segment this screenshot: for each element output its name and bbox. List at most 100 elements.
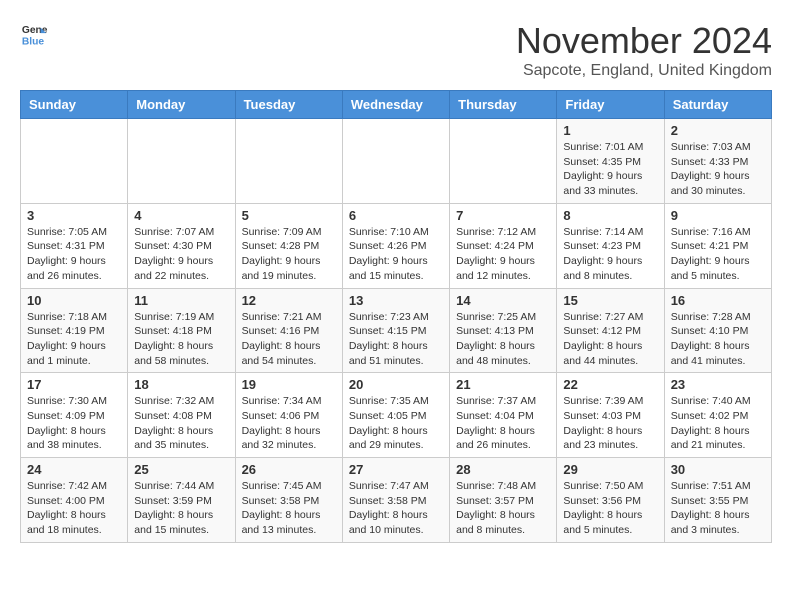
day-info: Sunrise: 7:45 AMSunset: 3:58 PMDaylight:… (242, 479, 336, 538)
day-info: Sunrise: 7:51 AMSunset: 3:55 PMDaylight:… (671, 479, 765, 538)
day-info: Sunrise: 7:42 AMSunset: 4:00 PMDaylight:… (27, 479, 121, 538)
day-number: 29 (563, 462, 657, 477)
day-number: 17 (27, 377, 121, 392)
day-number: 24 (27, 462, 121, 477)
day-info: Sunrise: 7:01 AMSunset: 4:35 PMDaylight:… (563, 140, 657, 199)
day-number: 25 (134, 462, 228, 477)
table-row (21, 119, 128, 204)
month-title: November 2024 (516, 20, 772, 62)
day-info: Sunrise: 7:14 AMSunset: 4:23 PMDaylight:… (563, 225, 657, 284)
day-info: Sunrise: 7:18 AMSunset: 4:19 PMDaylight:… (27, 310, 121, 369)
day-info: Sunrise: 7:28 AMSunset: 4:10 PMDaylight:… (671, 310, 765, 369)
svg-text:General: General (22, 25, 48, 36)
day-info: Sunrise: 7:32 AMSunset: 4:08 PMDaylight:… (134, 394, 228, 453)
day-number: 18 (134, 377, 228, 392)
day-number: 9 (671, 208, 765, 223)
day-info: Sunrise: 7:44 AMSunset: 3:59 PMDaylight:… (134, 479, 228, 538)
day-number: 7 (456, 208, 550, 223)
table-row (450, 119, 557, 204)
table-row (128, 119, 235, 204)
table-row: 6 Sunrise: 7:10 AMSunset: 4:26 PMDaylight… (342, 203, 449, 288)
day-number: 26 (242, 462, 336, 477)
day-info: Sunrise: 7:37 AMSunset: 4:04 PMDaylight:… (456, 394, 550, 453)
table-row: 30 Sunrise: 7:51 AMSunset: 3:55 PMDayligh… (664, 458, 771, 543)
table-row: 10 Sunrise: 7:18 AMSunset: 4:19 PMDayligh… (21, 288, 128, 373)
table-row: 20 Sunrise: 7:35 AMSunset: 4:05 PMDayligh… (342, 373, 449, 458)
header-sunday: Sunday (21, 91, 128, 119)
title-block: November 2024 Sapcote, England, United K… (516, 20, 772, 80)
day-info: Sunrise: 7:21 AMSunset: 4:16 PMDaylight:… (242, 310, 336, 369)
header-saturday: Saturday (664, 91, 771, 119)
header-tuesday: Tuesday (235, 91, 342, 119)
table-row: 28 Sunrise: 7:48 AMSunset: 3:57 PMDayligh… (450, 458, 557, 543)
table-row: 25 Sunrise: 7:44 AMSunset: 3:59 PMDayligh… (128, 458, 235, 543)
header-thursday: Thursday (450, 91, 557, 119)
table-row: 23 Sunrise: 7:40 AMSunset: 4:02 PMDayligh… (664, 373, 771, 458)
day-number: 1 (563, 123, 657, 138)
day-info: Sunrise: 7:19 AMSunset: 4:18 PMDaylight:… (134, 310, 228, 369)
calendar-week-row: 1 Sunrise: 7:01 AMSunset: 4:35 PMDaylight… (21, 119, 772, 204)
table-row: 19 Sunrise: 7:34 AMSunset: 4:06 PMDayligh… (235, 373, 342, 458)
table-row (235, 119, 342, 204)
calendar-table: Sunday Monday Tuesday Wednesday Thursday… (20, 90, 772, 543)
day-info: Sunrise: 7:39 AMSunset: 4:03 PMDaylight:… (563, 394, 657, 453)
table-row: 8 Sunrise: 7:14 AMSunset: 4:23 PMDaylight… (557, 203, 664, 288)
day-info: Sunrise: 7:35 AMSunset: 4:05 PMDaylight:… (349, 394, 443, 453)
calendar-week-row: 3 Sunrise: 7:05 AMSunset: 4:31 PMDaylight… (21, 203, 772, 288)
day-number: 23 (671, 377, 765, 392)
day-number: 2 (671, 123, 765, 138)
day-info: Sunrise: 7:27 AMSunset: 4:12 PMDaylight:… (563, 310, 657, 369)
day-number: 8 (563, 208, 657, 223)
svg-text:Blue: Blue (22, 36, 45, 47)
table-row: 17 Sunrise: 7:30 AMSunset: 4:09 PMDayligh… (21, 373, 128, 458)
table-row: 9 Sunrise: 7:16 AMSunset: 4:21 PMDaylight… (664, 203, 771, 288)
table-row: 1 Sunrise: 7:01 AMSunset: 4:35 PMDaylight… (557, 119, 664, 204)
day-number: 20 (349, 377, 443, 392)
day-number: 3 (27, 208, 121, 223)
day-number: 16 (671, 293, 765, 308)
logo-icon: General Blue (20, 20, 48, 48)
day-info: Sunrise: 7:10 AMSunset: 4:26 PMDaylight:… (349, 225, 443, 284)
calendar-header-row: Sunday Monday Tuesday Wednesday Thursday… (21, 91, 772, 119)
day-info: Sunrise: 7:16 AMSunset: 4:21 PMDaylight:… (671, 225, 765, 284)
table-row: 4Sunrise: 7:07 AMSunset: 4:30 PMDaylight… (128, 203, 235, 288)
page-header: General Blue November 2024 Sapcote, Engl… (20, 20, 772, 80)
table-row: 21 Sunrise: 7:37 AMSunset: 4:04 PMDayligh… (450, 373, 557, 458)
day-number: 28 (456, 462, 550, 477)
day-info: Sunrise: 7:34 AMSunset: 4:06 PMDaylight:… (242, 394, 336, 453)
calendar-week-row: 17 Sunrise: 7:30 AMSunset: 4:09 PMDayligh… (21, 373, 772, 458)
table-row: 3 Sunrise: 7:05 AMSunset: 4:31 PMDaylight… (21, 203, 128, 288)
day-number: 13 (349, 293, 443, 308)
table-row: 15Sunrise: 7:27 AMSunset: 4:12 PMDayligh… (557, 288, 664, 373)
table-row: 11 Sunrise: 7:19 AMSunset: 4:18 PMDayligh… (128, 288, 235, 373)
table-row: 29Sunrise: 7:50 AMSunset: 3:56 PMDayligh… (557, 458, 664, 543)
table-row: 27 Sunrise: 7:47 AMSunset: 3:58 PMDayligh… (342, 458, 449, 543)
table-row: 12Sunrise: 7:21 AMSunset: 4:16 PMDayligh… (235, 288, 342, 373)
day-number: 11 (134, 293, 228, 308)
calendar-week-row: 24 Sunrise: 7:42 AMSunset: 4:00 PMDayligh… (21, 458, 772, 543)
day-info: Sunrise: 7:48 AMSunset: 3:57 PMDaylight:… (456, 479, 550, 538)
day-number: 5 (242, 208, 336, 223)
day-info: Sunrise: 7:47 AMSunset: 3:58 PMDaylight:… (349, 479, 443, 538)
location-subtitle: Sapcote, England, United Kingdom (516, 62, 772, 80)
day-number: 19 (242, 377, 336, 392)
table-row (342, 119, 449, 204)
table-row: 5 Sunrise: 7:09 AMSunset: 4:28 PMDaylight… (235, 203, 342, 288)
day-info: Sunrise: 7:30 AMSunset: 4:09 PMDaylight:… (27, 394, 121, 453)
day-number: 14 (456, 293, 550, 308)
day-number: 6 (349, 208, 443, 223)
day-info: Sunrise: 7:03 AMSunset: 4:33 PMDaylight:… (671, 140, 765, 199)
day-info: Sunrise: 7:09 AMSunset: 4:28 PMDaylight:… (242, 225, 336, 284)
table-row: 2 Sunrise: 7:03 AMSunset: 4:33 PMDaylight… (664, 119, 771, 204)
day-number: 30 (671, 462, 765, 477)
day-number: 22 (563, 377, 657, 392)
day-number: 4 (134, 208, 228, 223)
day-number: 10 (27, 293, 121, 308)
day-number: 27 (349, 462, 443, 477)
day-info: Sunrise: 7:40 AMSunset: 4:02 PMDaylight:… (671, 394, 765, 453)
day-info: Sunrise: 7:05 AMSunset: 4:31 PMDaylight:… (27, 225, 121, 284)
day-number: 21 (456, 377, 550, 392)
table-row: 16 Sunrise: 7:28 AMSunset: 4:10 PMDayligh… (664, 288, 771, 373)
day-info: Sunrise: 7:25 AMSunset: 4:13 PMDaylight:… (456, 310, 550, 369)
day-info: Sunrise: 7:23 AMSunset: 4:15 PMDaylight:… (349, 310, 443, 369)
